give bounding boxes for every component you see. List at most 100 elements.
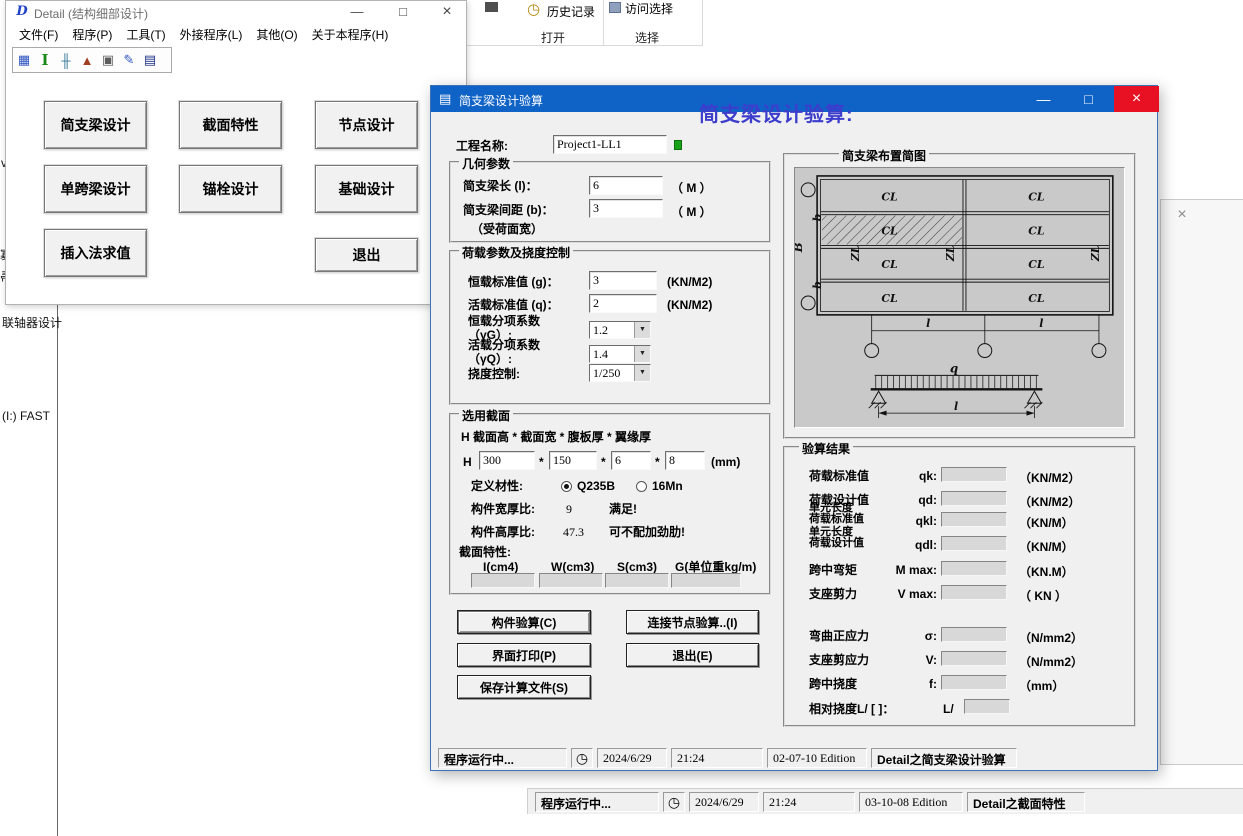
load-width-note: （受荷面宽） [471,222,543,236]
beam-check-dialog: ▤ 简支梁设计验算 — □ × 简支梁设计验算: 工程名称: 几何参数 简支梁长… [430,85,1158,771]
exit-button[interactable]: 退出(E) [626,643,759,667]
pen-icon[interactable]: ✎ [120,51,138,69]
dead-load-label: 恒载标准值 (g)： [468,275,559,289]
result-symbol: f: [893,677,937,691]
svg-text:l: l [926,317,930,330]
minimize-button[interactable]: — [340,2,374,21]
section-width-input[interactable] [549,451,597,470]
dead-load-input[interactable] [589,271,657,290]
chevron-down-icon[interactable]: ▼ [634,322,650,338]
select-button[interactable]: 选择 [635,29,659,46]
menu-item-tools[interactable]: 工具(T) [126,26,165,43]
section-props-button[interactable]: 截面特性 [179,101,282,149]
col-header-W: W(cm3) [551,560,594,574]
menu-item-program[interactable]: 程序(P) [72,26,112,43]
column-bubble [801,296,815,310]
prop-field-W [539,573,603,588]
simple-beam-button[interactable]: 简支梁设计 [44,101,147,149]
save-file-button[interactable]: 保存计算文件(S) [457,675,591,699]
result-unit: （N/mm2） [1019,629,1083,646]
web-thickness-input[interactable] [611,451,651,470]
exit-button[interactable]: 退出 [315,238,418,272]
svg-text:CL: CL [881,191,898,204]
svg-text:CL: CL [881,224,898,237]
section-height-input[interactable] [479,451,535,470]
close-button[interactable]: × [1114,86,1159,112]
chevron-down-icon[interactable]: ▼ [634,346,650,362]
close-button[interactable]: × [430,2,464,21]
grid-icon[interactable]: ▤ [141,51,159,69]
drive-label: (I:) FAST [2,409,50,423]
height-ratio-result: 可不配加劲肋! [609,525,685,539]
minimize-button[interactable]: — [1021,86,1066,112]
relative-deflection-label: 相对挠度L/ [ ]： [809,702,894,716]
interpolation-button[interactable]: 插入法求值 [44,229,147,277]
open-button[interactable]: 打开 [541,29,565,46]
project-name-input[interactable] [553,135,667,154]
beam-spacing-input[interactable] [589,199,663,218]
status-time: 21:24 [671,748,763,768]
svg-text:CL: CL [1028,191,1045,204]
beam-length-input[interactable] [589,176,663,195]
result-label: 跨中弯矩 [809,563,857,577]
anchor-bolt-button[interactable]: 锚栓设计 [179,165,282,213]
live-load-input[interactable] [589,294,657,313]
close-button[interactable]: × [1171,205,1193,225]
radio-q235b[interactable] [561,481,572,492]
joint-check-button[interactable]: 连接节点验算..(I) [626,610,759,634]
form-icon[interactable]: ▦ [15,51,33,69]
detail-titlebar[interactable]: D Detail (结构细部设计) — □ × [6,1,466,23]
anchor-icon[interactable]: ▣ [99,51,117,69]
ribbon-separator [603,0,604,45]
menu-item-addins[interactable]: 外接程序(L) [180,26,243,43]
prop-field-S [605,573,669,588]
desktop: vr 寡 帚 联轴器设计 (I:) FAST ◷ 历史记录 打开 访问选择 选择… [0,0,1243,836]
foundation-icon[interactable]: ▲ [78,51,96,69]
result-field-shear [941,651,1007,666]
flange-thickness-input[interactable] [665,451,705,470]
project-name-label: 工程名称: [456,139,508,153]
page-title: 简支梁设计验算: [699,98,854,127]
result-unit: （KN.M） [1019,563,1074,580]
deflection-dropdown[interactable]: 1/250 ▼ [589,364,651,382]
menu-item-other[interactable]: 其他(O) [256,26,297,43]
gamma-g-dropdown[interactable]: 1.2 ▼ [589,321,651,339]
result-unit: （mm） [1019,677,1064,694]
maximize-button[interactable]: □ [1066,86,1111,112]
visit-icon [609,2,621,13]
menu-item-about[interactable]: 关于本程序(H) [312,26,389,43]
material-label: 定义材性: [471,479,523,493]
group-legend: 简支梁布置简图 [839,147,929,164]
section-icon[interactable]: ╫ [57,51,75,69]
result-unit: （KN/M2） [1019,469,1080,486]
joint-design-button[interactable]: 节点设计 [315,101,418,149]
foundation-button[interactable]: 基础设计 [315,165,418,213]
maximize-button[interactable]: □ [386,2,420,21]
partial-dialog: × [1160,199,1243,765]
column-bubble [865,344,879,358]
beam-icon[interactable]: I [36,51,54,69]
result-symbol: V: [893,653,937,667]
chevron-down-icon[interactable]: ▼ [634,365,650,381]
result-symbol: M max: [893,563,937,577]
radio-16mn[interactable] [636,481,647,492]
print-button[interactable]: 界面打印(P) [457,643,591,667]
single-span-button[interactable]: 单跨梁设计 [44,165,147,213]
beam-layout-drawing: CL CL CL CL CL CL CL CL ZL ZL ZL B [795,168,1126,429]
star-separator: * [539,455,544,469]
app-icon: D [15,4,29,19]
star-separator: * [601,455,606,469]
svg-text:l: l [1039,317,1043,330]
visit-label: 访问选择 [625,0,673,17]
beam-spacing-unit: （ M ） [671,203,712,220]
width-ratio-label: 构件宽厚比: [471,502,535,516]
menu-item-file[interactable]: 文件(F) [19,26,58,43]
detail-window: D Detail (结构细部设计) — □ × 文件(F) 程序(P) 工具(T… [5,0,467,305]
check-member-button[interactable]: 构件验算(C) [457,610,591,634]
mm-unit: (mm) [711,455,740,469]
gamma-q-dropdown[interactable]: 1.4 ▼ [589,345,651,363]
group-legend: 荷载参数及挠度控制 [459,244,573,261]
group-legend: 验算结果 [799,440,853,457]
svg-text:ZL: ZL [1089,245,1102,262]
toolbar: ▦ I ╫ ▲ ▣ ✎ ▤ [12,47,172,73]
